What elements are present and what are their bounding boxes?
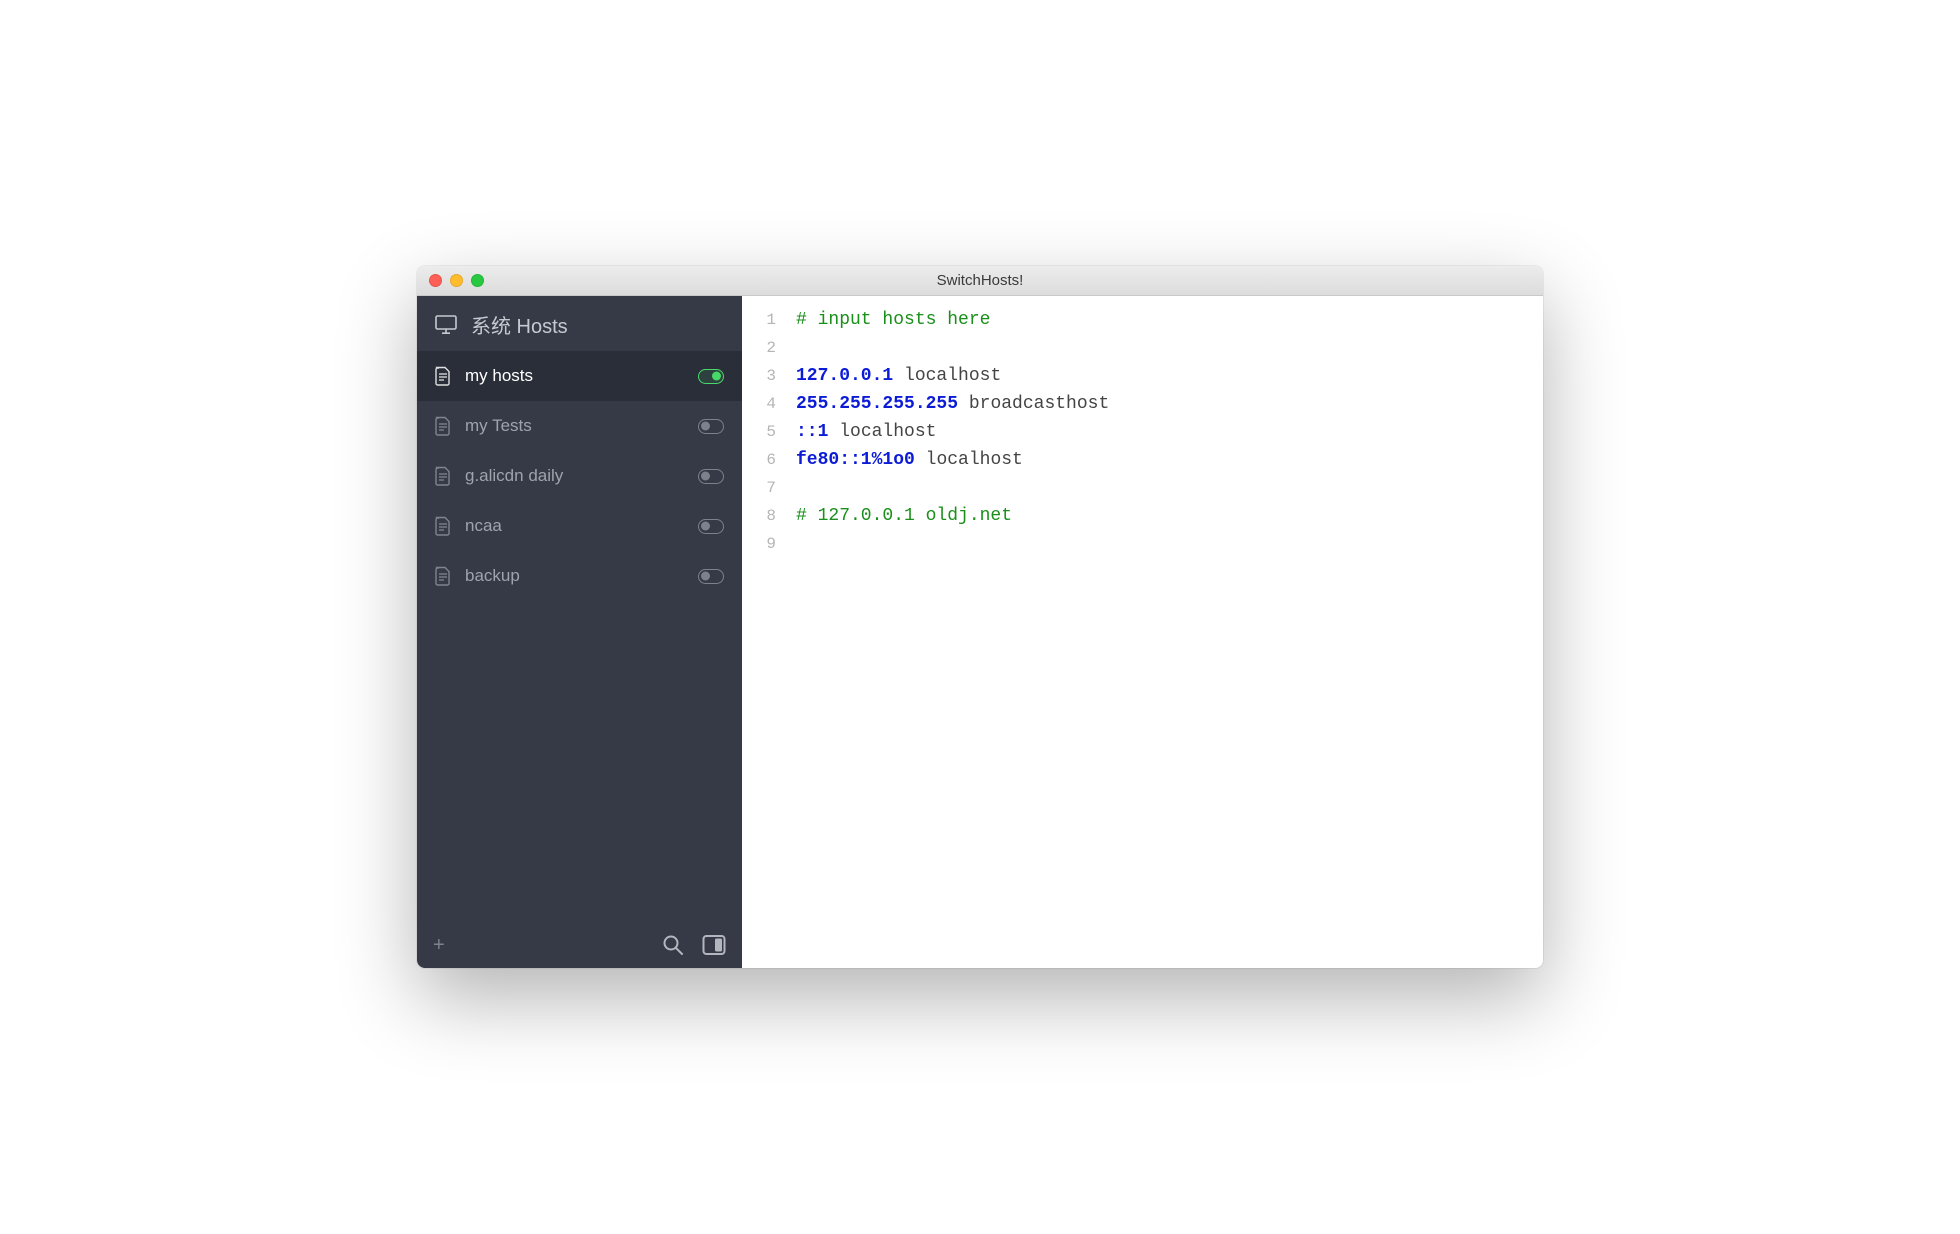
window-title: SwitchHosts! [417, 272, 1543, 289]
sidebar-item-my-tests[interactable]: my Tests [417, 401, 742, 451]
code-line[interactable]: 127.0.0.1 localhost [796, 362, 1109, 390]
ip-address: fe80::1%1o0 [796, 450, 915, 470]
sidebar: 系统 Hosts my hosts my Tests g.alicdn daily n… [417, 296, 742, 968]
sidebar-item-my-hosts[interactable]: my hosts [417, 351, 742, 401]
ip-address: ::1 [796, 422, 828, 442]
code-area[interactable]: # input hosts here 127.0.0.1 localhost25… [788, 296, 1117, 968]
app-window: SwitchHosts! 系统 Hosts my hosts my Tests g.… [417, 266, 1543, 968]
hostname: localhost [904, 366, 1001, 386]
ip-address: 255.255.255.255 [796, 394, 958, 414]
line-number: 7 [742, 474, 776, 502]
line-number: 8 [742, 502, 776, 530]
sidebar-item-label: my Tests [465, 416, 684, 436]
sidebar-item-ncaa[interactable]: ncaa [417, 501, 742, 551]
add-host-button[interactable]: + [433, 935, 445, 955]
sidebar-item-label: g.alicdn daily [465, 466, 684, 486]
code-line[interactable]: fe80::1%1o0 localhost [796, 446, 1109, 474]
host-toggle[interactable] [698, 469, 724, 484]
traffic-lights [417, 274, 484, 287]
monitor-icon [435, 315, 457, 335]
sidebar-footer: + [417, 922, 742, 968]
host-toggle[interactable] [698, 519, 724, 534]
line-number: 2 [742, 334, 776, 362]
sidebar-item-backup[interactable]: backup [417, 551, 742, 601]
titlebar[interactable]: SwitchHosts! [417, 266, 1543, 296]
code-line[interactable] [796, 474, 1109, 502]
file-icon [435, 416, 451, 436]
sidebar-item-label: ncaa [465, 516, 684, 536]
sidebar-list: my hosts my Tests g.alicdn daily ncaa backup [417, 351, 742, 922]
content-area: 系统 Hosts my hosts my Tests g.alicdn daily n… [417, 296, 1543, 968]
code-line[interactable] [796, 530, 1109, 558]
code-line[interactable]: # 127.0.0.1 oldj.net [796, 502, 1109, 530]
line-number: 6 [742, 446, 776, 474]
hostname: broadcasthost [969, 394, 1109, 414]
host-toggle[interactable] [698, 419, 724, 434]
panel-toggle-icon[interactable] [702, 934, 726, 956]
file-icon [435, 566, 451, 586]
host-toggle[interactable] [698, 369, 724, 384]
line-number: 5 [742, 418, 776, 446]
close-window-button[interactable] [429, 274, 442, 287]
file-icon [435, 366, 451, 386]
sidebar-item-label: my hosts [465, 366, 684, 386]
code-line[interactable]: # input hosts here [796, 306, 1109, 334]
zoom-window-button[interactable] [471, 274, 484, 287]
sidebar-item-system-hosts[interactable]: 系统 Hosts [417, 296, 742, 351]
file-icon [435, 466, 451, 486]
code-line[interactable]: ::1 localhost [796, 418, 1109, 446]
comment-text: # 127.0.0.1 oldj.net [796, 506, 1012, 526]
code-line[interactable]: 255.255.255.255 broadcasthost [796, 390, 1109, 418]
line-number: 1 [742, 306, 776, 334]
line-number: 4 [742, 390, 776, 418]
line-number: 9 [742, 530, 776, 558]
host-toggle[interactable] [698, 569, 724, 584]
sidebar-header-label: 系统 Hosts [471, 310, 568, 339]
sidebar-item-label: backup [465, 566, 684, 586]
hosts-editor[interactable]: 123456789 # input hosts here 127.0.0.1 l… [742, 296, 1543, 968]
sidebar-item-g-alicdn-daily[interactable]: g.alicdn daily [417, 451, 742, 501]
code-line[interactable] [796, 334, 1109, 362]
ip-address: 127.0.0.1 [796, 366, 893, 386]
minimize-window-button[interactable] [450, 274, 463, 287]
hostname: localhost [839, 422, 936, 442]
search-icon[interactable] [662, 934, 684, 956]
hostname: localhost [926, 450, 1023, 470]
file-icon [435, 516, 451, 536]
comment-text: # input hosts here [796, 310, 990, 330]
line-number: 3 [742, 362, 776, 390]
line-number-gutter: 123456789 [742, 296, 788, 968]
